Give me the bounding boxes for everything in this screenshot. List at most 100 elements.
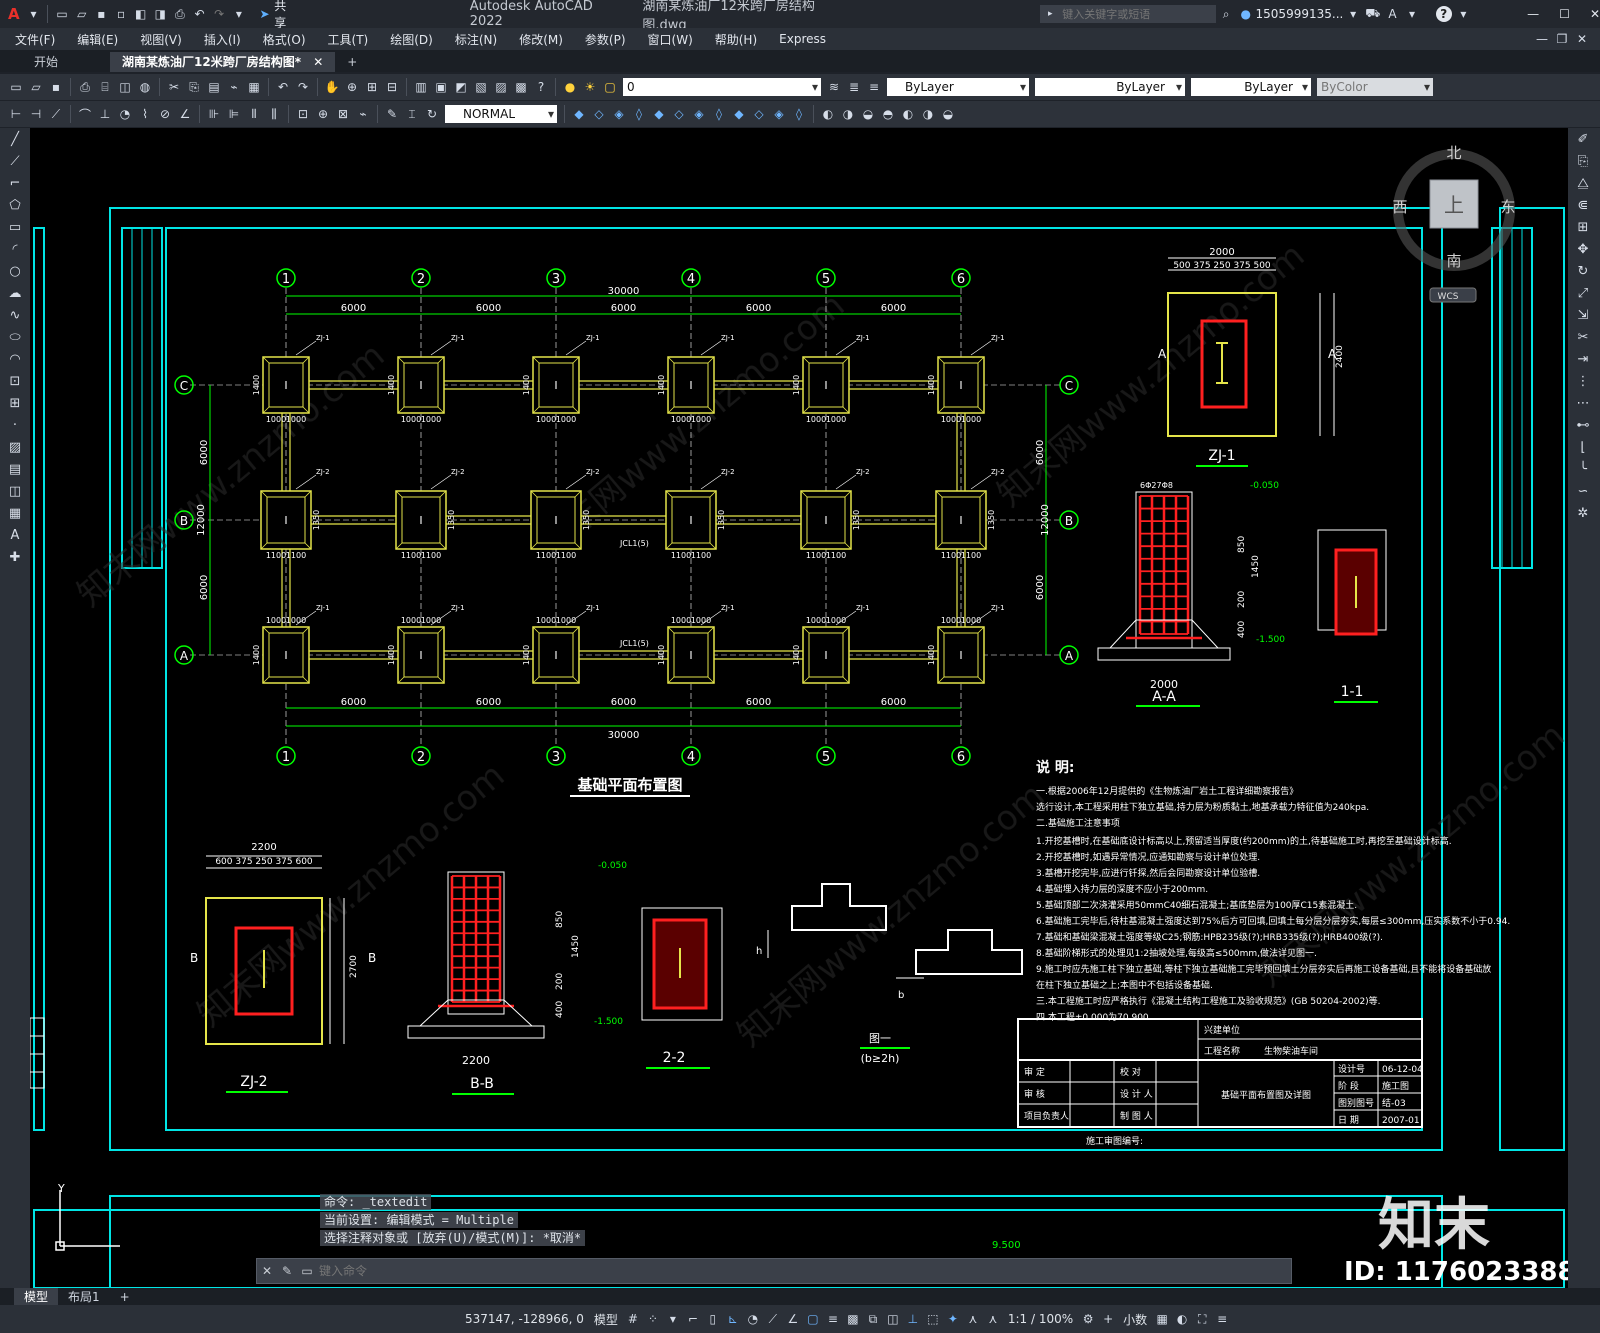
menu-view[interactable]: 视图(V)	[129, 31, 193, 48]
surface-icon-3[interactable]: ◒	[860, 106, 876, 122]
save-as-icon[interactable]: ▫	[113, 6, 129, 22]
selection-filter-icon[interactable]: ⬚	[925, 1311, 941, 1327]
trim-icon[interactable]: ✂	[1568, 326, 1598, 348]
help-icon[interactable]: ?	[533, 79, 549, 95]
viewcube-east[interactable]: 东	[1500, 198, 1515, 216]
cad-drawing[interactable]: 知末网www.znzmo.com 知末网www.znzmo.com 知末网www…	[30, 128, 1568, 1288]
3d-osnap-icon[interactable]: ◫	[885, 1311, 901, 1327]
command-recent-icon[interactable]: ▭	[299, 1263, 315, 1279]
properties-icon[interactable]: ▥	[413, 79, 429, 95]
layer-previous-icon[interactable]: ≡	[866, 79, 882, 95]
tolerance-icon[interactable]: ⊡	[295, 106, 311, 122]
help-chevron-icon[interactable]: ▾	[1456, 6, 1472, 22]
search-input[interactable]	[1060, 6, 1215, 22]
array-icon[interactable]: ⊞	[1568, 216, 1598, 238]
pan-icon[interactable]: ✋	[324, 79, 340, 95]
plot-icon[interactable]: ⎙	[172, 6, 188, 22]
modify-icon-7[interactable]: ◈	[691, 106, 707, 122]
spline-icon[interactable]: ∿	[0, 304, 30, 326]
qat-dropdown-icon[interactable]: ▾	[231, 6, 247, 22]
web-open-icon[interactable]: ◧	[133, 6, 149, 22]
blend-icon[interactable]: ∽	[1568, 480, 1598, 502]
dim-arc-icon[interactable]: ⌒	[77, 106, 93, 122]
minimize-button[interactable]: —	[1527, 7, 1539, 21]
dim-jogged-icon[interactable]: ⌇	[137, 106, 153, 122]
selection-cycling-icon[interactable]: ⧉	[865, 1311, 881, 1327]
gizmo-icon[interactable]: ✦	[945, 1311, 961, 1327]
tab-drawing[interactable]: 湖南某炼油厂12米跨厂房结构图* ✕	[110, 52, 336, 72]
annotation-scale[interactable]: 1:1 / 100%	[1008, 1312, 1073, 1326]
extend-icon[interactable]: ⇥	[1568, 348, 1598, 370]
menu-draw[interactable]: 绘图(D)	[379, 31, 444, 48]
annotation-monitor-icon[interactable]: +	[1100, 1311, 1116, 1327]
menu-dimension[interactable]: 标注(N)	[444, 31, 508, 48]
lineweight-dropdown[interactable]: ByLayer	[1191, 78, 1311, 96]
join-icon[interactable]: ⊷	[1568, 414, 1598, 436]
dim-update-icon[interactable]: ↻	[424, 106, 440, 122]
menu-help[interactable]: 帮助(H)	[704, 31, 768, 48]
otrack-icon[interactable]: ∠	[785, 1311, 801, 1327]
search-icon[interactable]: ⌕	[1218, 6, 1234, 22]
arc-icon[interactable]: ◜	[0, 238, 30, 260]
ellipse-icon[interactable]: ⬭	[0, 326, 30, 348]
menu-insert[interactable]: 插入(I)	[193, 31, 252, 48]
annotation-visibility-icon[interactable]: ⋏	[965, 1311, 981, 1327]
snap-icon[interactable]: ⁘	[645, 1311, 661, 1327]
menu-format[interactable]: 格式(O)	[252, 31, 317, 48]
print-preview-icon[interactable]: ⌸	[97, 79, 113, 95]
center-mark-icon[interactable]: ⊕	[315, 106, 331, 122]
coordinates-readout[interactable]: 537147, -128966, 0	[465, 1312, 584, 1326]
copy-icon[interactable]: ⎘	[186, 79, 202, 95]
dim-angular-icon[interactable]: ∠	[177, 106, 193, 122]
dim-ordinate-icon[interactable]: ⊥	[97, 106, 113, 122]
tab-layout1[interactable]: 布局1	[58, 1288, 110, 1305]
osnap-icon[interactable]: ▢	[805, 1311, 821, 1327]
circle-icon[interactable]: ○	[0, 260, 30, 282]
copy-object-icon[interactable]: ⎘	[1568, 150, 1598, 172]
autocad-logo-icon[interactable]: A	[6, 5, 22, 23]
viewcube[interactable]: 上 北 南 东 西 WCS	[1392, 144, 1516, 303]
explode-icon[interactable]: ✲	[1568, 502, 1598, 524]
zoom-window-icon[interactable]: ⊞	[364, 79, 380, 95]
paste-icon[interactable]: ▤	[206, 79, 222, 95]
tab-model[interactable]: 模型	[14, 1288, 59, 1305]
publish-icon[interactable]: ◫	[117, 79, 133, 95]
design-center-icon[interactable]: ▣	[433, 79, 449, 95]
layer-freeze-icon[interactable]: ☀	[582, 79, 598, 95]
menu-express[interactable]: Express	[768, 32, 837, 46]
redo-icon[interactable]: ↷	[295, 79, 311, 95]
user-icon[interactable]: ●	[1238, 6, 1254, 22]
modify-icon-11[interactable]: ◈	[771, 106, 787, 122]
quick-properties-icon[interactable]: ▦	[1154, 1311, 1170, 1327]
inspect-icon[interactable]: ⊠	[335, 106, 351, 122]
doc-restore-icon[interactable]: ❐	[1554, 31, 1570, 47]
modify-icon-4[interactable]: ◊	[631, 106, 647, 122]
menu-window[interactable]: 窗口(W)	[637, 31, 704, 48]
isodraft-icon[interactable]: ⟋	[765, 1311, 781, 1327]
offset-icon[interactable]: ⋐	[1568, 194, 1598, 216]
menu-tools[interactable]: 工具(T)	[317, 31, 380, 48]
close-button[interactable]: ✕	[1590, 7, 1600, 21]
save-icon[interactable]: ▪	[94, 6, 110, 22]
modify-icon-6[interactable]: ◇	[671, 106, 687, 122]
construction-line-icon[interactable]: ⟋	[0, 150, 30, 172]
plotstyle-dropdown[interactable]: ByColor	[1317, 78, 1433, 96]
cut-icon[interactable]: ✂	[166, 79, 182, 95]
sheet-set-icon[interactable]: ▧	[473, 79, 489, 95]
table-icon[interactable]: ▦	[0, 502, 30, 524]
dim-radius-icon[interactable]: ◔	[117, 106, 133, 122]
rotate-icon[interactable]: ↻	[1568, 260, 1598, 282]
modify-icon-9[interactable]: ◆	[731, 106, 747, 122]
surface-icon-5[interactable]: ◐	[900, 106, 916, 122]
textstyle-dropdown[interactable]: NORMAL	[445, 105, 557, 123]
break-icon[interactable]: ⋯	[1568, 392, 1598, 414]
drawing-canvas[interactable]: 知末网www.znzmo.com 知末网www.znzmo.com 知末网www…	[30, 128, 1568, 1288]
undo-icon[interactable]: ↶	[275, 79, 291, 95]
markup-icon[interactable]: ▨	[493, 79, 509, 95]
modify-icon-1[interactable]: ◆	[571, 106, 587, 122]
surface-icon-4[interactable]: ◓	[880, 106, 896, 122]
redo-icon[interactable]: ↷	[211, 6, 227, 22]
add-selected-icon[interactable]: ✚	[0, 546, 30, 568]
units-display[interactable]: 小数	[1123, 1311, 1147, 1328]
layer-on-icon[interactable]: ●	[562, 79, 578, 95]
